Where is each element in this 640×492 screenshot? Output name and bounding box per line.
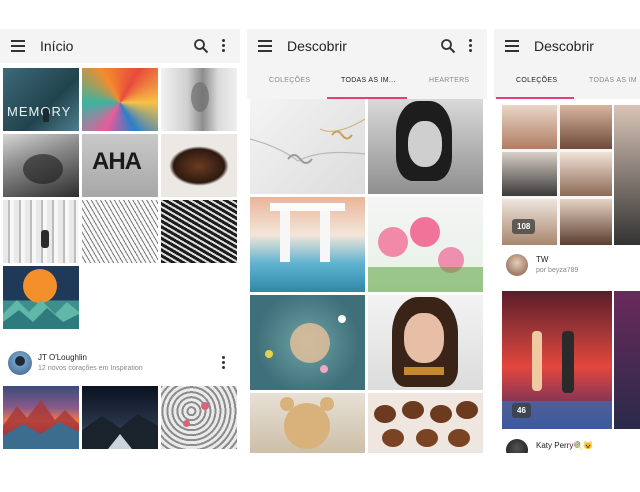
collection-owner[interactable]: por beyza789: [536, 267, 578, 274]
active-tab-indicator: [496, 97, 574, 99]
tile-caption: MEMORY: [7, 104, 72, 119]
image-tile[interactable]: [250, 197, 365, 292]
tab-all-images[interactable]: TODAS AS IM...: [341, 77, 396, 84]
image-tile[interactable]: [368, 295, 483, 390]
page-title: Descobrir: [534, 38, 594, 54]
tab-collections[interactable]: COLEÇÕES: [269, 77, 310, 84]
image-tile[interactable]: [250, 295, 365, 390]
avatar[interactable]: [506, 439, 528, 453]
tile-caption: AHA: [92, 148, 142, 175]
search-icon[interactable]: [440, 38, 456, 54]
tab-bar: COLEÇÕES TODAS AS IM... HEARTERS: [247, 63, 487, 99]
collection-cover-partial[interactable]: [614, 105, 640, 245]
image-tile[interactable]: [161, 68, 237, 131]
image-tile[interactable]: [82, 200, 158, 263]
avatar[interactable]: [8, 351, 32, 375]
image-tile[interactable]: [3, 266, 79, 329]
tab-all-images[interactable]: TODAS AS IM: [589, 77, 637, 84]
image-tile[interactable]: [250, 99, 365, 194]
app-bar: Descobrir: [494, 29, 640, 63]
image-tile[interactable]: [3, 134, 79, 197]
collection-cover[interactable]: 108: [502, 105, 612, 245]
image-tile[interactable]: [3, 200, 79, 263]
more-vert-icon[interactable]: [222, 356, 226, 370]
tab-collections[interactable]: COLEÇÕES: [516, 77, 557, 84]
image-tile[interactable]: [368, 99, 483, 194]
collection-name[interactable]: TW: [536, 255, 548, 264]
search-icon[interactable]: [193, 38, 209, 54]
page-title: Início: [40, 38, 74, 54]
image-tile[interactable]: [368, 393, 483, 453]
image-tile[interactable]: [82, 386, 158, 449]
image-tile[interactable]: [250, 393, 365, 453]
image-tile[interactable]: [82, 68, 158, 131]
image-tile[interactable]: AHA: [82, 134, 158, 197]
tab-hearters[interactable]: HEARTERS: [429, 77, 469, 84]
home-screen: Início MEMORY AHA JT O'Loughlin 12 novos…: [0, 29, 240, 453]
collection-count-badge: 108: [512, 219, 536, 234]
menu-icon[interactable]: [505, 40, 519, 52]
image-tile[interactable]: [368, 197, 483, 292]
discover-collections-screen: Descobrir COLEÇÕES TODAS AS IM 108 TW po…: [494, 29, 640, 453]
tab-bar: COLEÇÕES TODAS AS IM: [494, 63, 640, 99]
app-bar: Início: [0, 29, 240, 63]
more-vert-icon[interactable]: [469, 39, 473, 53]
image-tile[interactable]: [161, 200, 237, 263]
collection-cover-partial[interactable]: [614, 291, 640, 429]
more-vert-icon[interactable]: [222, 39, 226, 53]
avatar[interactable]: [506, 254, 528, 276]
image-tile[interactable]: [161, 134, 237, 197]
image-tile[interactable]: MEMORY: [3, 68, 79, 131]
discover-screen: Descobrir COLEÇÕES TODAS AS IM... HEARTE…: [247, 29, 487, 453]
image-tile[interactable]: [161, 386, 237, 449]
collection-cover[interactable]: 46: [502, 291, 612, 429]
page-title: Descobrir: [287, 38, 347, 54]
collection-name[interactable]: Katy Perry🍭😺: [536, 441, 593, 450]
image-tile[interactable]: [3, 386, 79, 449]
menu-icon[interactable]: [258, 40, 272, 52]
app-bar: Descobrir: [247, 29, 487, 63]
user-activity-subtitle: 12 novos corações em Inspiration: [38, 365, 143, 372]
user-name[interactable]: JT O'Loughlin: [38, 353, 87, 362]
collection-count-badge: 46: [512, 403, 531, 418]
menu-icon[interactable]: [11, 40, 25, 52]
